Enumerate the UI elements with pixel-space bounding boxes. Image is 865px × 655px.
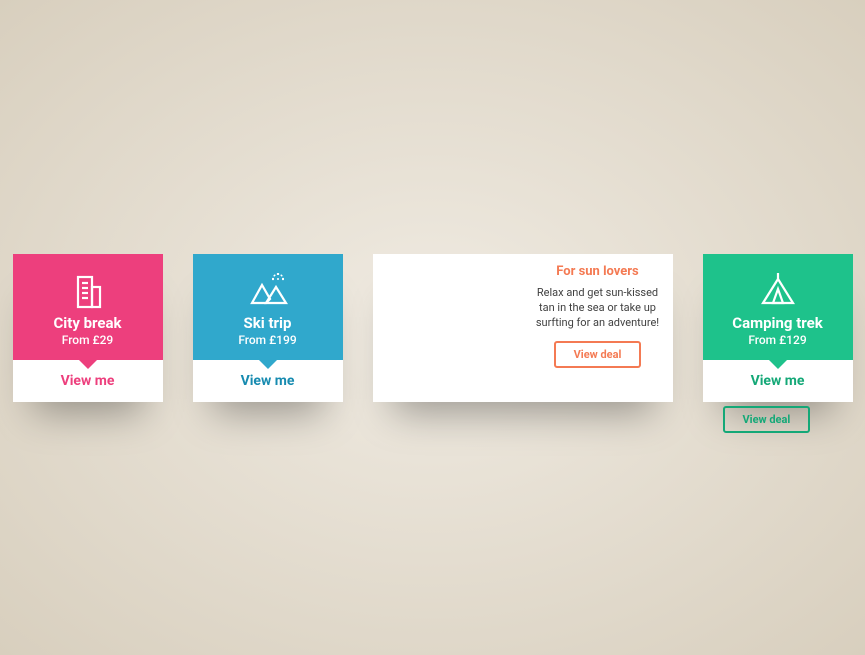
view-deal-button-ghost[interactable]: View deal (723, 406, 811, 433)
card-city-break: City break From £29 View me (13, 254, 163, 402)
card-title: For sun lovers (556, 264, 638, 279)
card-ski-trip: Ski trip From £199 View me (193, 254, 343, 402)
card-price: From £29 (62, 333, 114, 347)
card-beach-expanded: For sun lovers Relax and get sun-kissed … (373, 254, 673, 402)
card-title: Camping trek (732, 314, 823, 332)
tent-icon (757, 270, 799, 312)
card-header: Ski trip From £199 (193, 254, 343, 360)
card-title: Ski trip (244, 314, 292, 332)
card-details: For sun lovers Relax and get sun-kissed … (523, 254, 673, 402)
mountains-icon (246, 270, 290, 312)
card-price: From £129 (748, 333, 806, 347)
card-image-placeholder (373, 254, 523, 402)
card-description: Relax and get sun-kissed tan in the sea … (531, 285, 665, 331)
card-price: From £199 (238, 333, 296, 347)
card-title: City break (53, 314, 121, 332)
card-header: City break From £29 (13, 254, 163, 360)
buildings-icon (68, 270, 108, 312)
card-header: Camping trek From £129 (703, 254, 853, 360)
view-deal-button[interactable]: View deal (554, 341, 642, 368)
card-camping-trek: Camping trek From £129 View me (703, 254, 853, 402)
